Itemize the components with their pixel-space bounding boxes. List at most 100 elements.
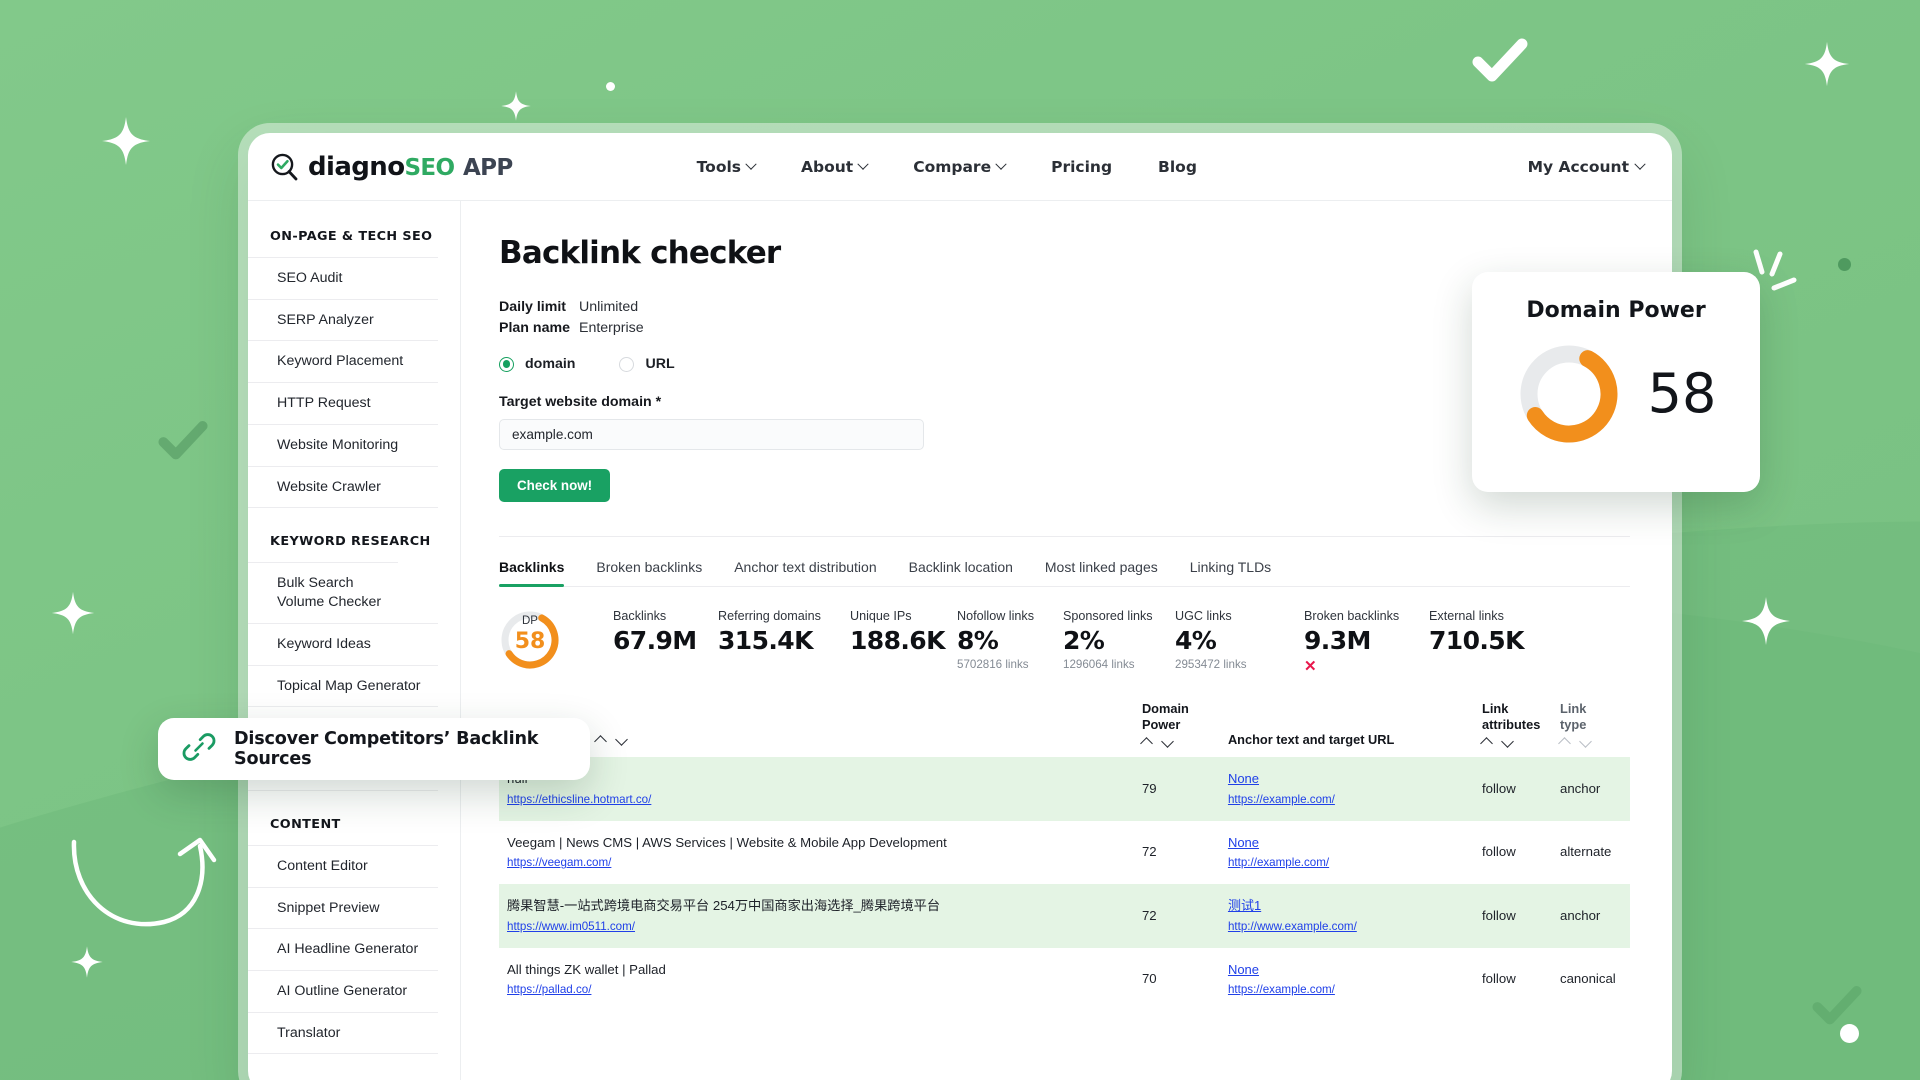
my-account-menu[interactable]: My Account: [1528, 158, 1646, 176]
sidebar-item-serp-analyzer[interactable]: SERP Analyzer: [248, 298, 438, 341]
cell-link-type: alternate: [1560, 844, 1612, 860]
metric-nofollow-links: Nofollow links 8% 5702816 links: [957, 609, 1063, 671]
table-header-row: Linking page Domain Power: [499, 701, 1630, 757]
table-row[interactable]: null https://ethicsline.hotmart.co/ 79 N…: [499, 757, 1630, 821]
sidebar-group-title-keyword: KEYWORD RESEARCH: [270, 534, 431, 550]
anchor-target-url[interactable]: https://example.com/: [1228, 982, 1466, 998]
chevron-down-icon: [1634, 158, 1646, 170]
tab-most-linked-pages[interactable]: Most linked pages: [1045, 559, 1158, 586]
sidebar-item-website-crawler[interactable]: Website Crawler: [248, 465, 438, 509]
sidebar-item-translator[interactable]: Translator: [248, 1011, 438, 1055]
sparkle-star-icon: [71, 946, 103, 978]
domain-power-donut-chart: [1520, 345, 1618, 443]
anchor-text-link[interactable]: None: [1228, 961, 1466, 979]
table-row[interactable]: All things ZK wallet | Pallad https://pa…: [499, 948, 1630, 1011]
cell-link-attributes: follow: [1482, 971, 1516, 987]
sort-desc-icon[interactable]: [1503, 737, 1514, 748]
domain-power-card-body: 58: [1472, 341, 1760, 447]
screenshot-root: diagnoSEO APP Tools About Compare Pricin: [0, 0, 1920, 1080]
sort-desc-icon[interactable]: [1581, 737, 1592, 748]
anchor-text-link[interactable]: None: [1228, 770, 1466, 788]
sidebar-item-keyword-ideas[interactable]: Keyword Ideas: [248, 622, 438, 665]
sort-asc-icon[interactable]: [1560, 737, 1571, 748]
col-link-type-sort: [1560, 737, 1622, 748]
anchor-text-link[interactable]: None: [1228, 834, 1466, 852]
check-now-button[interactable]: Check now!: [499, 469, 611, 503]
discover-competitors-card[interactable]: Discover Competitors’ Backlink Sources: [158, 718, 590, 780]
col-link-attributes: Link attributes: [1474, 701, 1552, 757]
sidebar-item-ai-headline-generator[interactable]: AI Headline Generator: [248, 928, 438, 970]
sort-desc-icon[interactable]: [1163, 737, 1174, 748]
plan-name-value: Enterprise: [579, 319, 644, 336]
metric-value: 4%: [1175, 626, 1217, 656]
metric-sub: 2953472 links: [1175, 658, 1247, 672]
nav-item-compare[interactable]: Compare: [913, 158, 1007, 176]
backlinks-table: Linking page Domain Power: [499, 701, 1630, 1011]
metric-ugc-links: UGC links 4% 2953472 links: [1175, 609, 1304, 671]
sidebar-item-ai-outline-generator[interactable]: AI Outline Generator: [248, 970, 438, 1012]
brand-logo[interactable]: diagnoSEO APP: [270, 152, 513, 182]
sidebar-item-seo-audit[interactable]: SEO Audit: [248, 257, 438, 299]
anchor-target-url[interactable]: http://www.example.com/: [1228, 919, 1466, 935]
domain-power-float-card: Domain Power 58: [1472, 272, 1760, 492]
anchor-text-link[interactable]: 测试1: [1228, 897, 1466, 915]
anchor-target-url[interactable]: http://example.com/: [1228, 855, 1466, 871]
cell-domain-power: 79: [1141, 780, 1157, 796]
nav-label: Tools: [696, 157, 742, 176]
sort-desc-icon[interactable]: [617, 735, 628, 746]
cell-domain-power: 72: [1141, 844, 1157, 860]
sparkle-star-icon: [1742, 597, 1790, 645]
radio-indicator: [499, 356, 514, 372]
radio-url[interactable]: URL: [619, 356, 675, 373]
nav-item-blog[interactable]: Blog: [1158, 158, 1197, 176]
sparkle-star-icon: [501, 91, 531, 121]
linking-page-url[interactable]: https://www.im0511.com/: [507, 919, 1126, 935]
target-domain-input[interactable]: [499, 419, 924, 451]
sort-asc-icon[interactable]: [1482, 737, 1493, 748]
tab-broken-backlinks[interactable]: Broken backlinks: [596, 559, 702, 586]
col-link-type-label: Link type: [1560, 701, 1587, 733]
metric-sub: 5702816 links: [957, 658, 1029, 672]
sidebar-item-snippet-preview[interactable]: Snippet Preview: [248, 886, 438, 929]
metrics-row: DP 58 Backlinks 67.9M Referring domains …: [499, 587, 1630, 675]
sparkle-star-icon: [51, 591, 95, 635]
nav-item-tools[interactable]: Tools: [696, 157, 757, 176]
daily-limit-row: Daily limit Unlimited: [499, 297, 1630, 318]
sparkle-star-icon: [102, 117, 150, 165]
table-head: Linking page Domain Power: [499, 701, 1630, 757]
sidebar-group-title-content: CONTENT: [270, 816, 341, 832]
tab-backlinks[interactable]: Backlinks: [499, 559, 565, 588]
table-row[interactable]: Veegam | News CMS | AWS Services | Websi…: [499, 821, 1630, 884]
daily-limit-value: Unlimited: [579, 299, 639, 315]
cell-linking-page: null https://ethicsline.hotmart.co/: [499, 757, 1134, 820]
table-row[interactable]: 腾果智慧-一站式跨境电商交易平台 254万中国商家出海选择_腾果跨境平台 htt…: [499, 884, 1630, 948]
sidebar-item-http-request[interactable]: HTTP Request: [248, 382, 438, 424]
sidebar-item-keyword-placement[interactable]: Keyword Placement: [248, 340, 438, 382]
radio-url-label: URL: [645, 356, 675, 373]
linking-page-url[interactable]: https://ethicsline.hotmart.co/: [507, 792, 1126, 808]
sort-asc-icon[interactable]: [596, 735, 607, 746]
mode-radio-group: domain URL: [499, 356, 1630, 372]
nav-item-about[interactable]: About: [801, 158, 869, 176]
sidebar-item-topical-map-generator[interactable]: Topical Map Generator: [248, 664, 438, 707]
tab-backlink-location[interactable]: Backlink location: [909, 559, 1013, 586]
linking-page-url[interactable]: https://pallad.co/: [507, 982, 1126, 998]
col-link-attributes-label: Link attributes: [1482, 701, 1541, 733]
col-domain-power: Domain Power: [1134, 701, 1220, 757]
tab-linking-tlds[interactable]: Linking TLDs: [1190, 559, 1271, 586]
tab-anchor-text-distribution[interactable]: Anchor text distribution: [734, 559, 876, 586]
sidebar: ON-PAGE & TECH SEO SEO Audit SERP Analyz…: [248, 201, 461, 1080]
check-mark-icon: [158, 421, 208, 460]
nav-item-pricing[interactable]: Pricing: [1051, 158, 1112, 176]
metric-label: Referring domains: [718, 609, 821, 624]
radio-domain[interactable]: domain: [499, 356, 575, 372]
linking-page-url[interactable]: https://veegam.com/: [507, 855, 1126, 871]
sort-asc-icon[interactable]: [1142, 737, 1153, 748]
metric-value: 67.9M: [613, 626, 697, 656]
anchor-target-url[interactable]: https://example.com/: [1228, 792, 1466, 808]
sidebar-item-website-monitoring[interactable]: Website Monitoring: [248, 423, 438, 466]
curved-arrow-doodle: [71, 837, 217, 927]
sidebar-item-content-editor[interactable]: Content Editor: [248, 844, 438, 887]
linking-page-title: All things ZK wallet | Pallad: [507, 961, 666, 977]
sidebar-item-bulk-search-volume-checker[interactable]: Bulk Search Volume Checker: [248, 562, 398, 622]
